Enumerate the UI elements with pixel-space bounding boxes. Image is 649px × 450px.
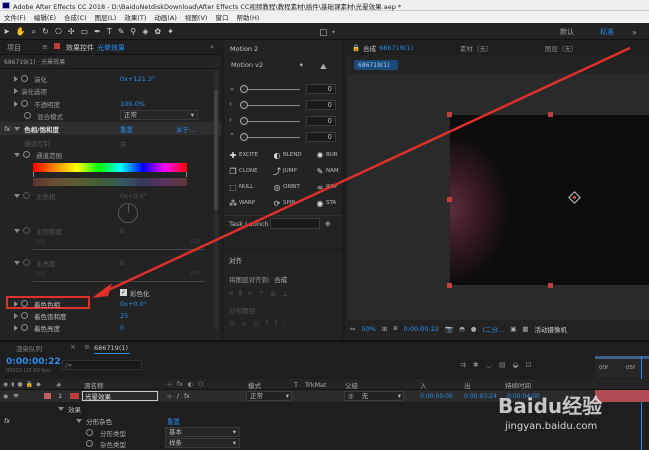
annotation-arrow-line bbox=[103, 46, 631, 294]
after-effects-window: Adobe After Effects CC 2018 - D:\BaiduNe… bbox=[0, 0, 649, 450]
annotation-arrow-head bbox=[92, 283, 112, 298]
watermark-url: jingyan.baidu.com bbox=[505, 420, 598, 432]
annotation-arrow bbox=[92, 46, 631, 298]
watermark-brand: Baidu经验 bbox=[498, 393, 603, 418]
